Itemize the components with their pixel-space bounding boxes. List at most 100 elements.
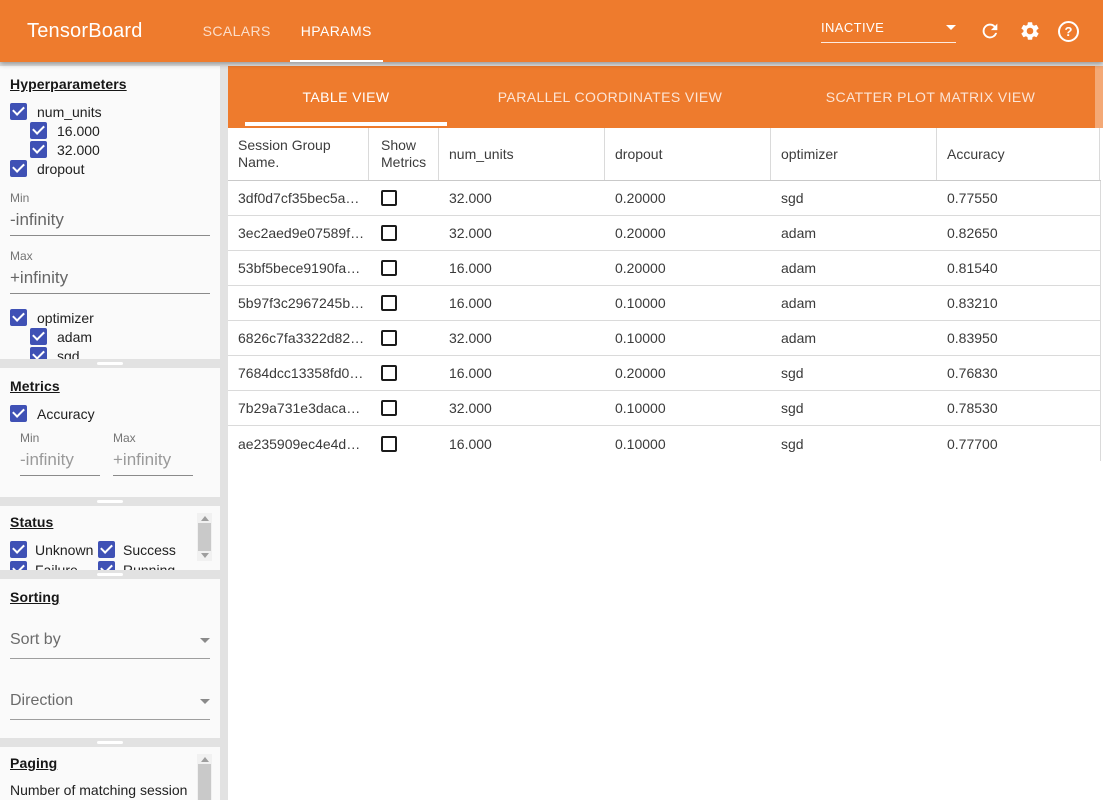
num-units-cell: 16.000 [439, 426, 605, 461]
checked-checkbox-icon[interactable] [10, 561, 27, 570]
dropout-cell: 0.10000 [605, 426, 771, 461]
accuracy-cell: 0.83950 [937, 321, 1100, 355]
checked-checkbox-icon[interactable] [10, 309, 27, 326]
checked-checkbox-icon[interactable] [10, 103, 27, 120]
runs-status-value: INACTIVE [821, 20, 884, 35]
optimizer-cell: sgd [771, 391, 937, 425]
show-metrics-checkbox[interactable] [381, 295, 397, 311]
panel-resize-handle[interactable] [0, 497, 220, 506]
min-input[interactable]: -infinity [20, 450, 100, 476]
optimizer-cell: adam [771, 321, 937, 355]
top-nav-tabs: SCALARS HPARAMS [188, 0, 387, 62]
optimizer-cell: sgd [771, 181, 937, 215]
min-label: Min [20, 431, 100, 445]
tab-scalars[interactable]: SCALARS [188, 0, 286, 62]
checkbox-item-32-000: 32.000 [30, 140, 210, 159]
dropout-cell: 0.20000 [605, 251, 771, 285]
direction-select[interactable]: Direction [10, 692, 210, 720]
show-metrics-checkbox[interactable] [381, 365, 397, 381]
hparams-main: TABLE VIEWPARALLEL COORDINATES VIEWSCATT… [228, 66, 1103, 800]
session-group-table: Session Group Name.Show Metricsnum_units… [228, 128, 1101, 461]
metrics-panel: Metrics Accuracy Min -infinity Max +infi… [0, 368, 220, 497]
hparams-sidebar: Hyperparameters num_units16.00032.000dro… [0, 66, 220, 800]
checked-checkbox-icon[interactable] [98, 541, 115, 558]
show-metrics-cell [369, 286, 439, 320]
refresh-icon[interactable] [978, 19, 1002, 43]
session-group-name-cell: 3df0d7cf35bec5a… [228, 181, 369, 215]
drag-handle-icon [97, 741, 123, 744]
accuracy-cell: 0.76830 [937, 356, 1100, 390]
view-tab-parallel-coordinates-view[interactable]: PARALLEL COORDINATES VIEW [447, 66, 773, 128]
show-metrics-checkbox[interactable] [381, 225, 397, 241]
scroll-down-icon[interactable] [201, 553, 209, 558]
view-tab-table-view[interactable]: TABLE VIEW [245, 66, 447, 128]
table-row: 3df0d7cf35bec5a…32.0000.20000sgd0.77550 [228, 181, 1101, 216]
dropout-cell: 0.10000 [605, 286, 771, 320]
checked-checkbox-icon[interactable] [10, 405, 27, 422]
table-row: ae235909ec4e4d…16.0000.10000sgd0.77700 [228, 426, 1101, 461]
show-metrics-checkbox[interactable] [381, 330, 397, 346]
accuracy-cell: 0.81540 [937, 251, 1100, 285]
scroll-up-icon[interactable] [201, 516, 209, 521]
matching-groups-count: Number of matching session groups: 8 [10, 781, 195, 800]
view-tab-scatter-plot-matrix-view[interactable]: SCATTER PLOT MATRIX VIEW [773, 66, 1088, 128]
max-label: Max [10, 249, 210, 263]
hyperparameters-checkbox-list: num_units16.00032.000dropout [10, 102, 210, 178]
checked-checkbox-icon[interactable] [98, 561, 115, 570]
sorting-panel: Sorting Sort by Direction [0, 579, 220, 738]
app-toolbar: TensorBoard SCALARS HPARAMS INACTIVE ? [0, 0, 1103, 62]
session-group-name-cell: 53bf5bece9190fa… [228, 251, 369, 285]
show-metrics-checkbox[interactable] [381, 436, 397, 452]
min-label: Min [10, 191, 210, 205]
runs-status-selector[interactable]: INACTIVE [821, 20, 956, 43]
checkbox-item-dropout: dropout [10, 159, 210, 178]
checkbox-label: adam [57, 329, 92, 345]
checked-checkbox-icon[interactable] [30, 347, 47, 359]
checkbox-label: Running [123, 562, 175, 571]
checkbox-label: dropout [37, 161, 84, 177]
show-metrics-checkbox[interactable] [381, 400, 397, 416]
accuracy-max-field: Max +infinity [113, 431, 193, 476]
max-input[interactable]: +infinity [10, 268, 210, 294]
session-group-name-cell: 6826c7fa3322d82… [228, 321, 369, 355]
status-scrollbar[interactable] [197, 513, 212, 561]
checked-checkbox-icon[interactable] [10, 160, 27, 177]
session-group-name-cell: ae235909ec4e4d… [228, 426, 369, 461]
dropout-min-field: Min -infinity [10, 191, 210, 236]
help-icon[interactable]: ? [1058, 21, 1079, 42]
max-input[interactable]: +infinity [113, 450, 193, 476]
checked-checkbox-icon[interactable] [30, 141, 47, 158]
checked-checkbox-icon[interactable] [30, 122, 47, 139]
checked-checkbox-icon[interactable] [10, 541, 27, 558]
chevron-down-icon [946, 25, 956, 30]
checkbox-label: optimizer [37, 310, 94, 326]
optimizer-cell: adam [771, 286, 937, 320]
show-metrics-checkbox[interactable] [381, 190, 397, 206]
settings-gear-icon[interactable] [1018, 19, 1042, 43]
status-item-unknown: Unknown [10, 540, 98, 559]
panel-resize-handle[interactable] [0, 570, 220, 579]
scrollbar-track[interactable] [1095, 66, 1103, 128]
drag-handle-icon [97, 573, 123, 576]
status-heading: Status [10, 514, 210, 530]
panel-resize-handle[interactable] [0, 738, 220, 747]
accuracy-cell: 0.83210 [937, 286, 1100, 320]
min-input[interactable]: -infinity [10, 210, 210, 236]
panel-resize-handle[interactable] [0, 359, 220, 368]
scrollbar-thumb[interactable] [198, 523, 211, 551]
show-metrics-checkbox[interactable] [381, 260, 397, 276]
checked-checkbox-icon[interactable] [30, 328, 47, 345]
optimizer-cell: sgd [771, 356, 937, 390]
app-title: TensorBoard [27, 20, 143, 43]
scrollbar-thumb[interactable] [198, 764, 211, 800]
scroll-up-icon[interactable] [201, 757, 209, 762]
column-header-show-metrics: Show Metrics [369, 128, 439, 180]
tab-hparams[interactable]: HPARAMS [286, 0, 387, 62]
paging-scrollbar[interactable] [197, 754, 212, 800]
sort-by-select[interactable]: Sort by [10, 631, 210, 659]
checkbox-item-optimizer: optimizer [10, 308, 210, 327]
dropout-cell: 0.20000 [605, 216, 771, 250]
column-header-num-units: num_units [439, 128, 605, 180]
checkbox-label: Success [123, 542, 176, 558]
checkbox-item-num-units: num_units [10, 102, 210, 121]
